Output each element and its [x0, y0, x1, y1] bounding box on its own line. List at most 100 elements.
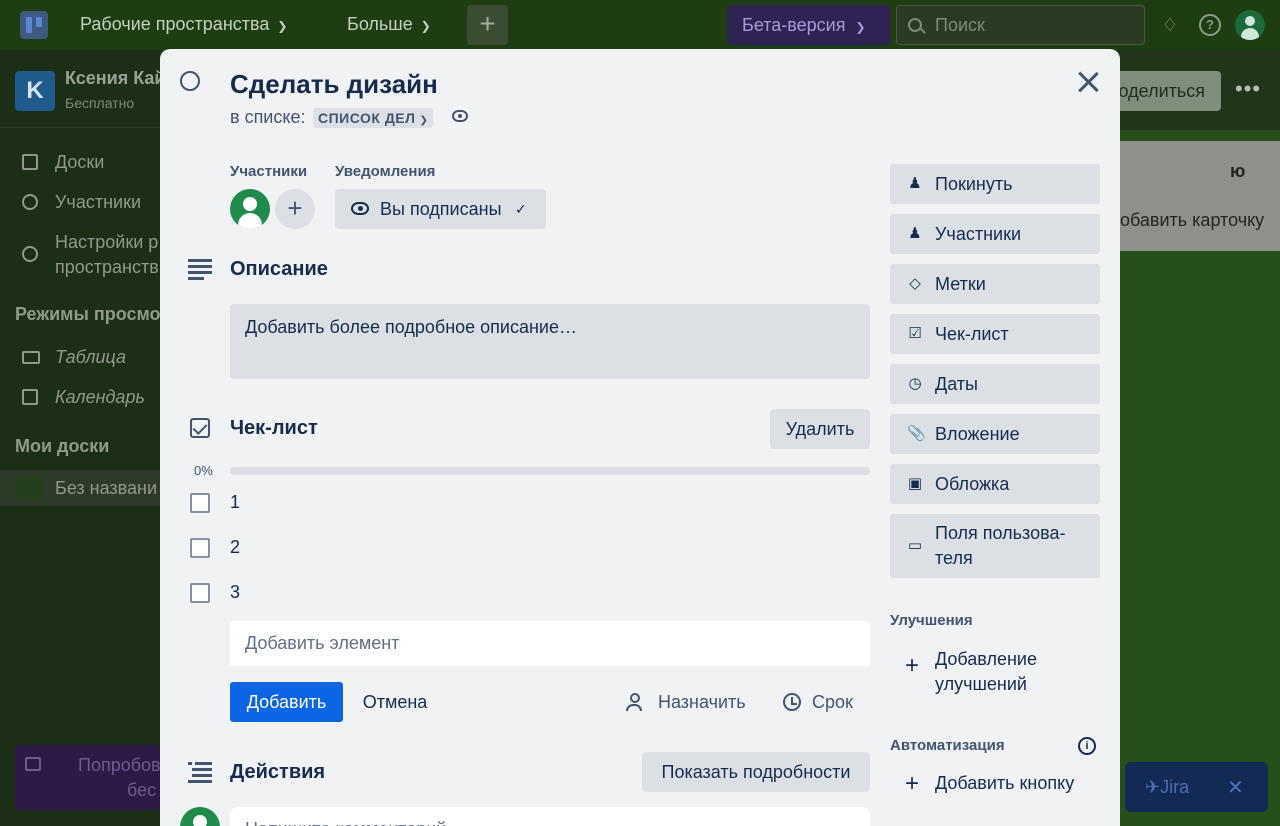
board-thumbnail	[15, 478, 43, 498]
trello-logo-icon[interactable]	[20, 11, 48, 39]
description-icon	[188, 259, 212, 281]
labels-button[interactable]: ◇ Метки	[890, 264, 1100, 304]
description-title: Описание	[230, 258, 328, 280]
checklist-item: 3	[160, 573, 880, 613]
checklist-checkbox[interactable]	[190, 493, 210, 513]
board-list: ю обавить карточку	[1100, 141, 1280, 251]
clock-icon	[783, 693, 801, 711]
card-modal: Сделать дизайн в списке: СПИСОК ДЕЛ ❯ Уча…	[160, 49, 1120, 826]
sidebar-item-label: Участники	[55, 192, 141, 212]
sidebar-item-label: Таблица	[55, 347, 127, 367]
action-label: Метки	[935, 274, 986, 294]
plus-icon: +	[905, 770, 920, 797]
more-dots-icon[interactable]: •••	[1235, 76, 1261, 102]
user-avatar[interactable]	[1235, 10, 1265, 40]
sidebar-item-members[interactable]: Участники	[0, 184, 160, 220]
in-list-label: в списке:	[230, 107, 306, 127]
comment-avatar	[180, 807, 220, 826]
notifications-bell-icon[interactable]: ♢	[1159, 14, 1181, 36]
chevron-down-icon: ❯	[277, 19, 288, 33]
field-icon: ▭	[907, 537, 923, 554]
workspace-badge[interactable]: K	[15, 71, 55, 111]
jira-widget[interactable]: ✈Jira ✕	[1125, 762, 1268, 812]
workspace-header: K Ксения Кай Бесплатно	[0, 50, 166, 128]
share-button[interactable]: оделиться	[1105, 71, 1221, 111]
workspaces-menu-label: Рабочие пространства	[80, 14, 270, 34]
member-avatar[interactable]	[230, 189, 270, 229]
gear-icon	[22, 246, 38, 262]
due-date-button[interactable]: Срок	[775, 682, 870, 722]
action-label: Вложение	[935, 424, 1020, 444]
checklist-item: 1	[160, 483, 880, 523]
cover-button[interactable]: ▣ Обложка	[890, 464, 1100, 504]
action-label: Поля пользова-	[935, 523, 1066, 543]
sidebar-item-calendar[interactable]: Календарь	[0, 379, 160, 415]
checklist-item-text[interactable]: 1	[230, 492, 240, 513]
more-menu[interactable]: Больше ❯	[347, 14, 431, 35]
cancel-button[interactable]: Отмена	[350, 682, 440, 722]
workspace-name[interactable]: Ксения Кай	[65, 68, 166, 89]
sidebar-item-label: Календарь	[55, 387, 145, 407]
close-icon[interactable]: ✕	[1227, 775, 1244, 800]
checklist-button[interactable]: ☑ Чек-лист	[890, 314, 1100, 354]
person-add-icon	[630, 693, 640, 703]
cover-icon: ▣	[907, 475, 923, 492]
info-icon[interactable]: i	[1078, 737, 1096, 755]
search-input[interactable]: Поиск	[896, 5, 1145, 45]
add-member-button[interactable]: +	[275, 189, 315, 229]
add-item-button[interactable]: Добавить	[230, 682, 343, 722]
powerups-heading: Улучшения	[890, 612, 973, 629]
plus-icon: +	[905, 652, 920, 679]
add-card-button[interactable]: обавить карточку	[1120, 210, 1264, 231]
sidebar-item-settings[interactable]: Настройки р пространств	[0, 224, 160, 284]
create-button[interactable]: +	[467, 5, 508, 45]
sidebar-item-boards[interactable]: Доски	[0, 144, 160, 180]
checklist-item-text[interactable]: 2	[230, 537, 240, 558]
more-menu-label: Больше	[347, 14, 413, 34]
person-icon: ♟	[908, 225, 922, 242]
assign-label: Назначить	[658, 692, 746, 712]
add-button-button[interactable]: + Добавить кнопку	[890, 771, 1100, 796]
checklist-checkbox[interactable]	[190, 538, 210, 558]
sidebar-item-label: Настройки р	[55, 232, 159, 252]
description-field[interactable]: Добавить более подробное описание…	[230, 304, 870, 379]
assign-button[interactable]: Назначить	[620, 682, 760, 722]
close-icon[interactable]	[1075, 69, 1101, 95]
action-label: Обложка	[935, 474, 1010, 494]
sidebar-item-board[interactable]: Без названи	[0, 470, 160, 506]
complete-toggle-icon[interactable]	[180, 71, 200, 91]
promo-banner[interactable]: Попробов бес	[15, 745, 161, 810]
calendar-icon	[22, 389, 38, 405]
members-button[interactable]: ♟ Участники	[890, 214, 1100, 254]
dates-button[interactable]: ◷ Даты	[890, 364, 1100, 404]
list-name: СПИСОК ДЕЛ	[318, 110, 416, 126]
members-label: Участники	[230, 163, 308, 180]
checklist-item-text[interactable]: 3	[230, 582, 240, 603]
beta-label: Бета-версия	[742, 15, 846, 35]
leave-button[interactable]: ♟ Покинуть	[890, 164, 1100, 204]
help-icon[interactable]: ?	[1199, 14, 1221, 36]
custom-fields-button[interactable]: ▭ Поля пользова- теля	[890, 514, 1100, 578]
activity-icon	[188, 762, 212, 784]
table-icon	[22, 351, 40, 364]
eye-icon	[351, 202, 369, 215]
checklist-checkbox[interactable]	[190, 583, 210, 603]
comment-input[interactable]: Напишите комментарий…	[230, 807, 870, 826]
show-details-button[interactable]: Показать подробности	[642, 752, 870, 792]
action-label: Даты	[935, 374, 978, 394]
add-item-input[interactable]	[230, 621, 870, 666]
card-title[interactable]: Сделать дизайн	[230, 69, 438, 100]
beta-button[interactable]: Бета-версия ❯	[727, 5, 890, 45]
checklist-percent: 0%	[194, 463, 213, 478]
attachment-button[interactable]: 📎 Вложение	[890, 414, 1100, 454]
checklist-icon	[190, 418, 210, 438]
watch-button[interactable]: Вы подписаны ✓	[335, 189, 546, 229]
checklist-title[interactable]: Чек-лист	[230, 417, 318, 440]
action-label: Чек-лист	[935, 324, 1009, 344]
workspaces-menu[interactable]: Рабочие пространства ❯	[80, 14, 287, 35]
list-selector[interactable]: СПИСОК ДЕЛ ❯	[313, 108, 434, 128]
delete-checklist-button[interactable]: Удалить	[770, 409, 870, 449]
add-powerups-button[interactable]: + Добавление улучшений	[890, 647, 1100, 697]
chevron-down-icon: ❯	[419, 115, 429, 126]
sidebar-item-table[interactable]: Таблица	[0, 339, 160, 375]
